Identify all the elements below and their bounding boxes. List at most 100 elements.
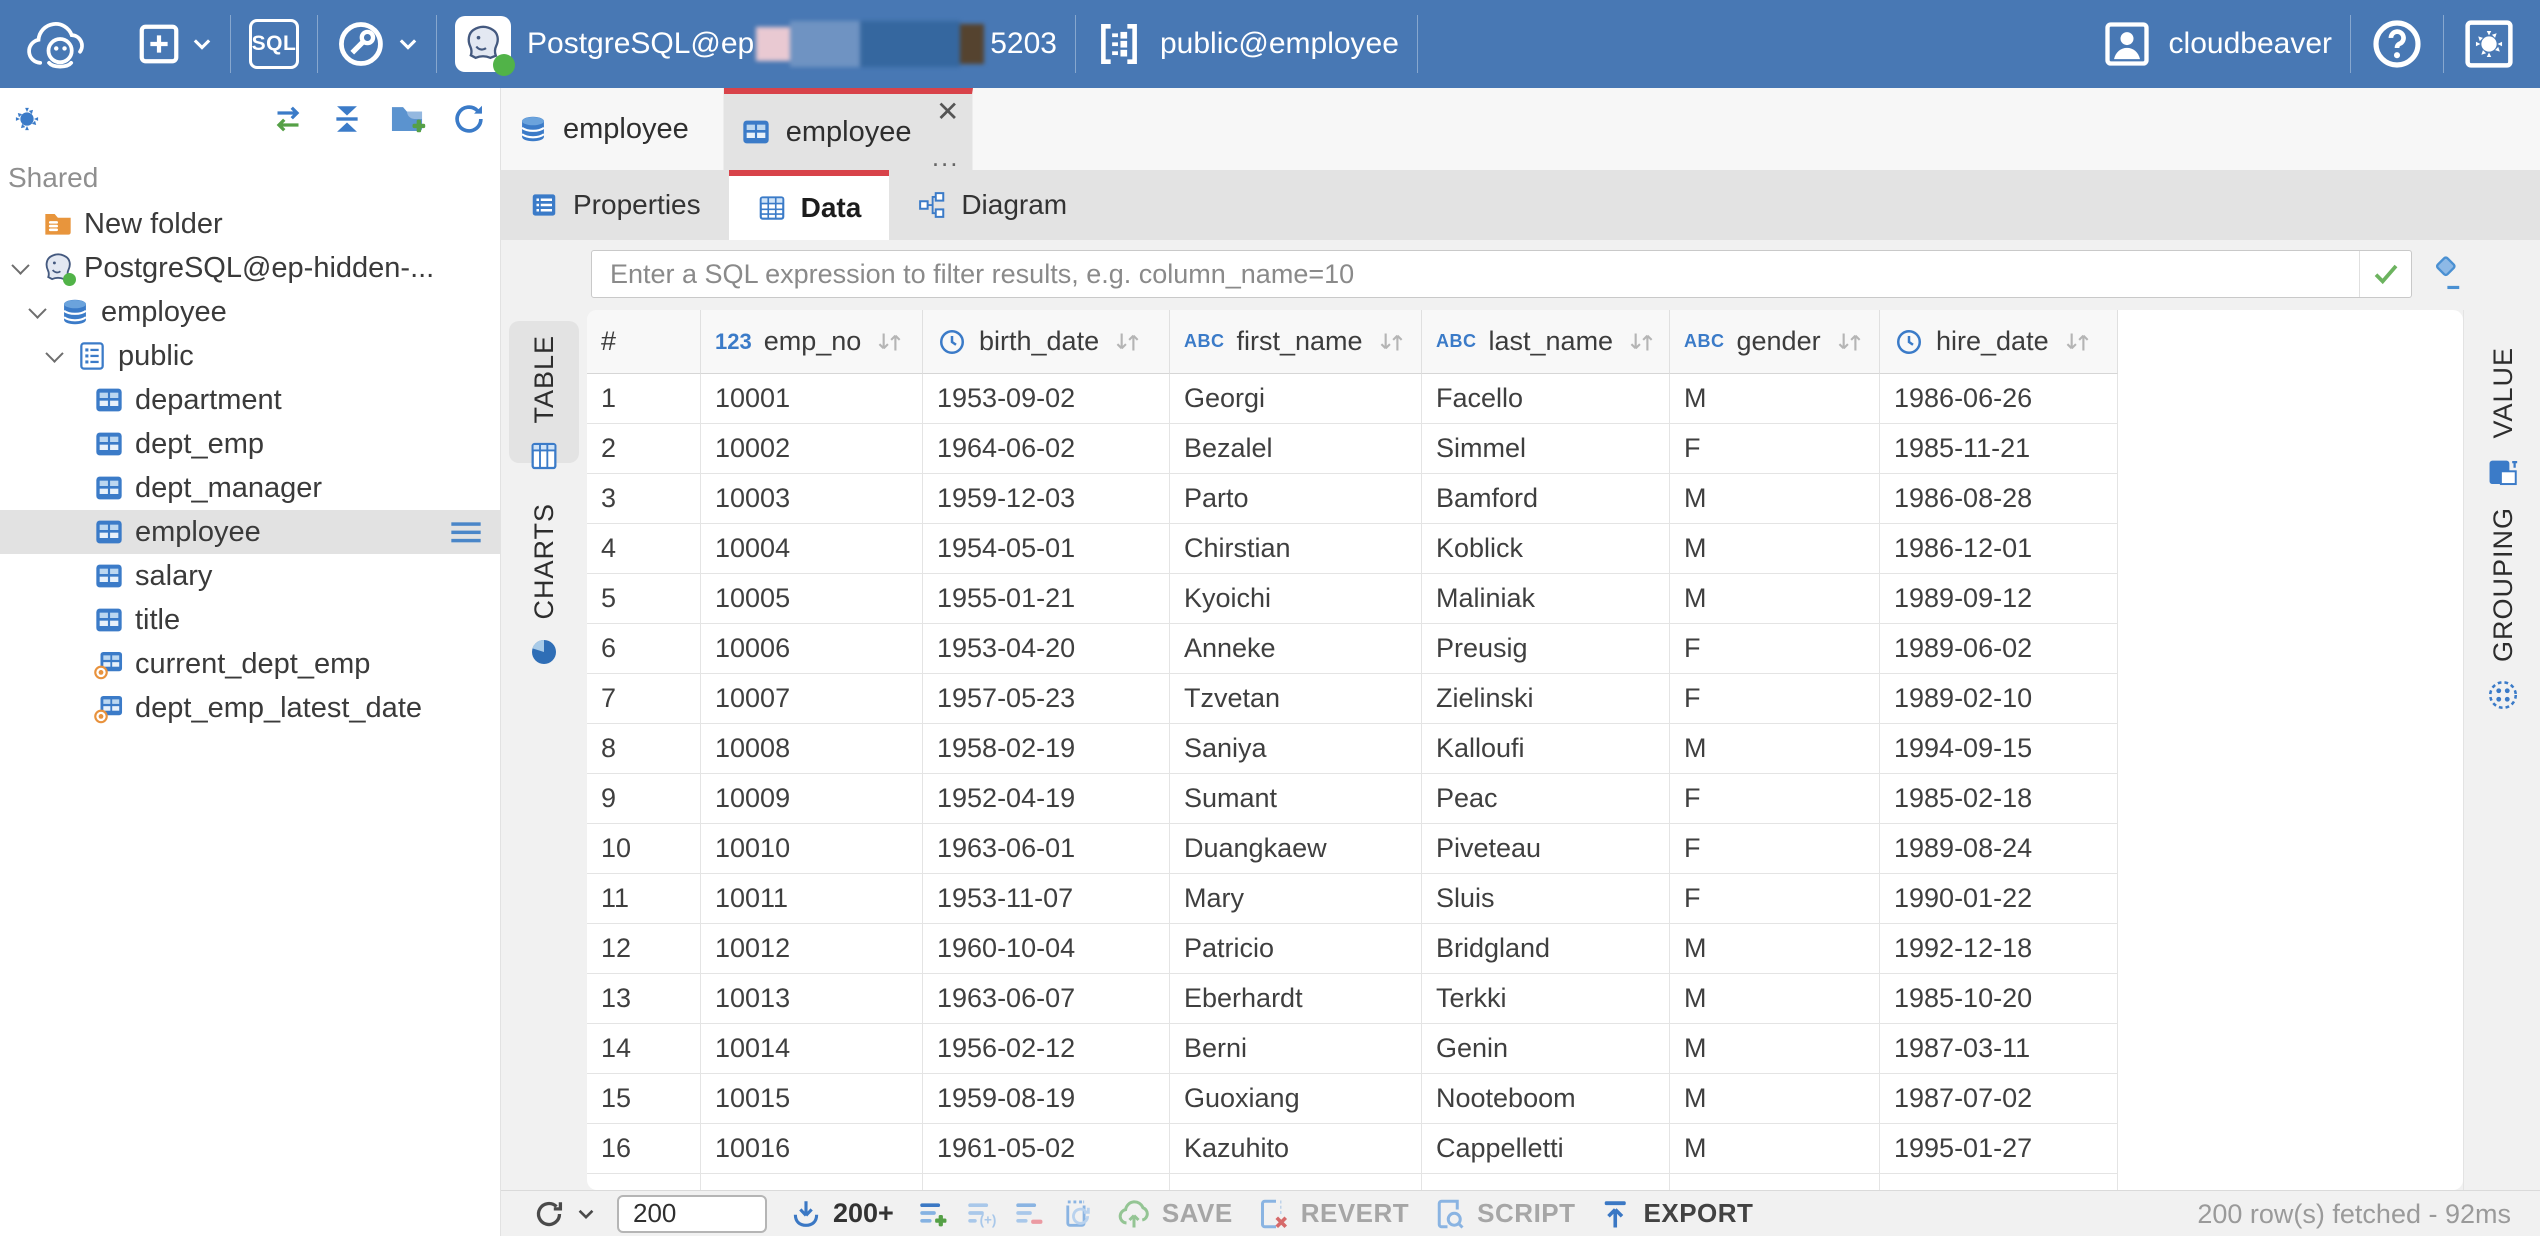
sort-arrows-icon[interactable]	[1111, 328, 1143, 356]
table-cell[interactable]: Preusig	[1422, 624, 1670, 674]
tree-item-dept-emp[interactable]: dept_emp	[0, 422, 500, 466]
sort-arrows-icon[interactable]	[2061, 328, 2093, 356]
table-cell[interactable]: M	[1670, 1124, 1880, 1174]
table-cell[interactable]: 10014	[701, 1024, 923, 1074]
table-cell[interactable]: M	[1670, 374, 1880, 424]
table-cell[interactable]: Sluis	[1422, 874, 1670, 924]
row-number-cell[interactable]: 6	[587, 624, 701, 674]
table-cell[interactable]: 1989-02-10	[1880, 674, 2118, 724]
table-cell[interactable]: Kyoichi	[1170, 574, 1422, 624]
table-cell[interactable]: F	[1670, 624, 1880, 674]
tab-diagram[interactable]: Diagram	[889, 170, 1095, 240]
row-number-cell[interactable]: 10	[587, 824, 701, 874]
table-cell[interactable]: Bamford	[1422, 474, 1670, 524]
table-cell[interactable]: F	[1670, 824, 1880, 874]
sort-arrows-icon[interactable]	[1625, 328, 1657, 356]
row-number-cell[interactable]: 13	[587, 974, 701, 1024]
apply-filter-button[interactable]	[2359, 251, 2411, 297]
table-cell[interactable]: M	[1670, 524, 1880, 574]
panel-tab-grouping[interactable]: GROUPING	[2468, 493, 2538, 703]
table-cell[interactable]: Eberhardt	[1170, 974, 1422, 1024]
table-cell[interactable]: 1989-09-12	[1880, 574, 2118, 624]
table-cell[interactable]: 10003	[701, 474, 923, 524]
table-cell[interactable]: 1986-08-28	[1880, 474, 2118, 524]
row-number-cell[interactable]: 14	[587, 1024, 701, 1074]
help-button[interactable]	[2351, 0, 2443, 88]
tree-item-public[interactable]: public	[0, 334, 500, 378]
row-number-cell[interactable]: 7	[587, 674, 701, 724]
column-header-hire_date[interactable]: hire_date	[1880, 310, 2118, 374]
link-with-editor-button[interactable]	[270, 101, 306, 137]
tab-menu-icon[interactable]: ...	[932, 144, 960, 170]
sort-arrows-icon[interactable]	[1375, 328, 1407, 356]
table-cell[interactable]: Piveteau	[1422, 824, 1670, 874]
tree-item-new-folder[interactable]: New folder	[0, 202, 500, 246]
table-cell[interactable]: 10016	[701, 1124, 923, 1174]
row-number-cell[interactable]: 5	[587, 574, 701, 624]
table-cell[interactable]: 1986-06-26	[1880, 374, 2118, 424]
table-cell[interactable]: Kalloufi	[1422, 724, 1670, 774]
table-cell[interactable]: 10010	[701, 824, 923, 874]
collapse-all-button[interactable]	[330, 102, 364, 136]
table-cell[interactable]	[923, 1174, 1170, 1190]
table-cell[interactable]: 10002	[701, 424, 923, 474]
add-row-button[interactable]	[916, 1197, 950, 1231]
refresh-results-button[interactable]	[531, 1196, 595, 1232]
refresh-tree-button[interactable]	[450, 100, 488, 138]
table-cell[interactable]: Maliniak	[1422, 574, 1670, 624]
table-cell[interactable]: Berni	[1170, 1024, 1422, 1074]
table-cell[interactable]: 1958-02-19	[923, 724, 1170, 774]
sql-filter-input[interactable]	[592, 251, 2359, 297]
schema-selector[interactable]: public@employee	[1076, 0, 1417, 88]
table-cell[interactable]: Terkki	[1422, 974, 1670, 1024]
tree-item-postgresql-ep-hidden[interactable]: PostgreSQL@ep-hidden-...	[0, 246, 500, 290]
tree-item-dept-emp-latest-date[interactable]: dept_emp_latest_date	[0, 686, 500, 730]
script-button[interactable]: SCRIPT	[1431, 1196, 1575, 1232]
row-number-cell[interactable]: 3	[587, 474, 701, 524]
table-cell[interactable]: 1986-12-01	[1880, 524, 2118, 574]
sql-editor-button[interactable]: SQL	[231, 0, 317, 88]
expand-chevron-icon[interactable]	[8, 262, 42, 275]
item-menu-icon[interactable]	[450, 520, 482, 546]
column-header-birth_date[interactable]: birth_date	[923, 310, 1170, 374]
table-cell[interactable]: 10001	[701, 374, 923, 424]
table-cell[interactable]: Nooteboom	[1422, 1074, 1670, 1124]
table-cell[interactable]: Sumant	[1170, 774, 1422, 824]
sidebar-settings-button[interactable]	[8, 100, 46, 138]
table-cell[interactable]: 1987-07-02	[1880, 1074, 2118, 1124]
table-cell[interactable]: 1989-06-02	[1880, 624, 2118, 674]
delete-row-button[interactable]	[1012, 1197, 1046, 1231]
fetch-more-button[interactable]: 200+	[789, 1197, 894, 1231]
table-cell[interactable]: 1994-09-15	[1880, 724, 2118, 774]
table-cell[interactable]: Georgi	[1170, 374, 1422, 424]
table-cell[interactable]: M	[1670, 724, 1880, 774]
table-cell[interactable]: Kazuhito	[1170, 1124, 1422, 1174]
column-header-last_name[interactable]: ABClast_name	[1422, 310, 1670, 374]
panel-tab-value[interactable]: VALUE	[2468, 333, 2538, 471]
table-cell[interactable]: 10004	[701, 524, 923, 574]
expand-chevron-icon[interactable]	[25, 306, 59, 319]
table-cell[interactable]: 1953-09-02	[923, 374, 1170, 424]
table-cell[interactable]: 10015	[701, 1074, 923, 1124]
table-cell[interactable]	[1422, 1174, 1670, 1190]
table-cell[interactable]: Saniya	[1170, 724, 1422, 774]
table-cell[interactable]: Cappelletti	[1422, 1124, 1670, 1174]
table-cell[interactable]: 10007	[701, 674, 923, 724]
table-cell[interactable]: Parto	[1170, 474, 1422, 524]
new-folder-button[interactable]	[388, 100, 426, 138]
refresh-document-button[interactable]	[1060, 1197, 1094, 1231]
table-cell[interactable]: Anneke	[1170, 624, 1422, 674]
tree-item-salary[interactable]: salary	[0, 554, 500, 598]
tree-item-current-dept-emp[interactable]: current_dept_emp	[0, 642, 500, 686]
table-cell[interactable]: 1995-01-27	[1880, 1124, 2118, 1174]
table-cell[interactable]: 10005	[701, 574, 923, 624]
table-cell[interactable]: M	[1670, 574, 1880, 624]
table-cell[interactable]: F	[1670, 774, 1880, 824]
table-cell[interactable]: M	[1670, 1074, 1880, 1124]
presentation-tab-charts[interactable]: CHARTS	[509, 489, 579, 639]
table-cell[interactable]: F	[1670, 674, 1880, 724]
row-number-cell[interactable]: 11	[587, 874, 701, 924]
row-number-cell[interactable]: 8	[587, 724, 701, 774]
column-header-first_name[interactable]: ABCfirst_name	[1170, 310, 1422, 374]
table-cell[interactable]: Bezalel	[1170, 424, 1422, 474]
